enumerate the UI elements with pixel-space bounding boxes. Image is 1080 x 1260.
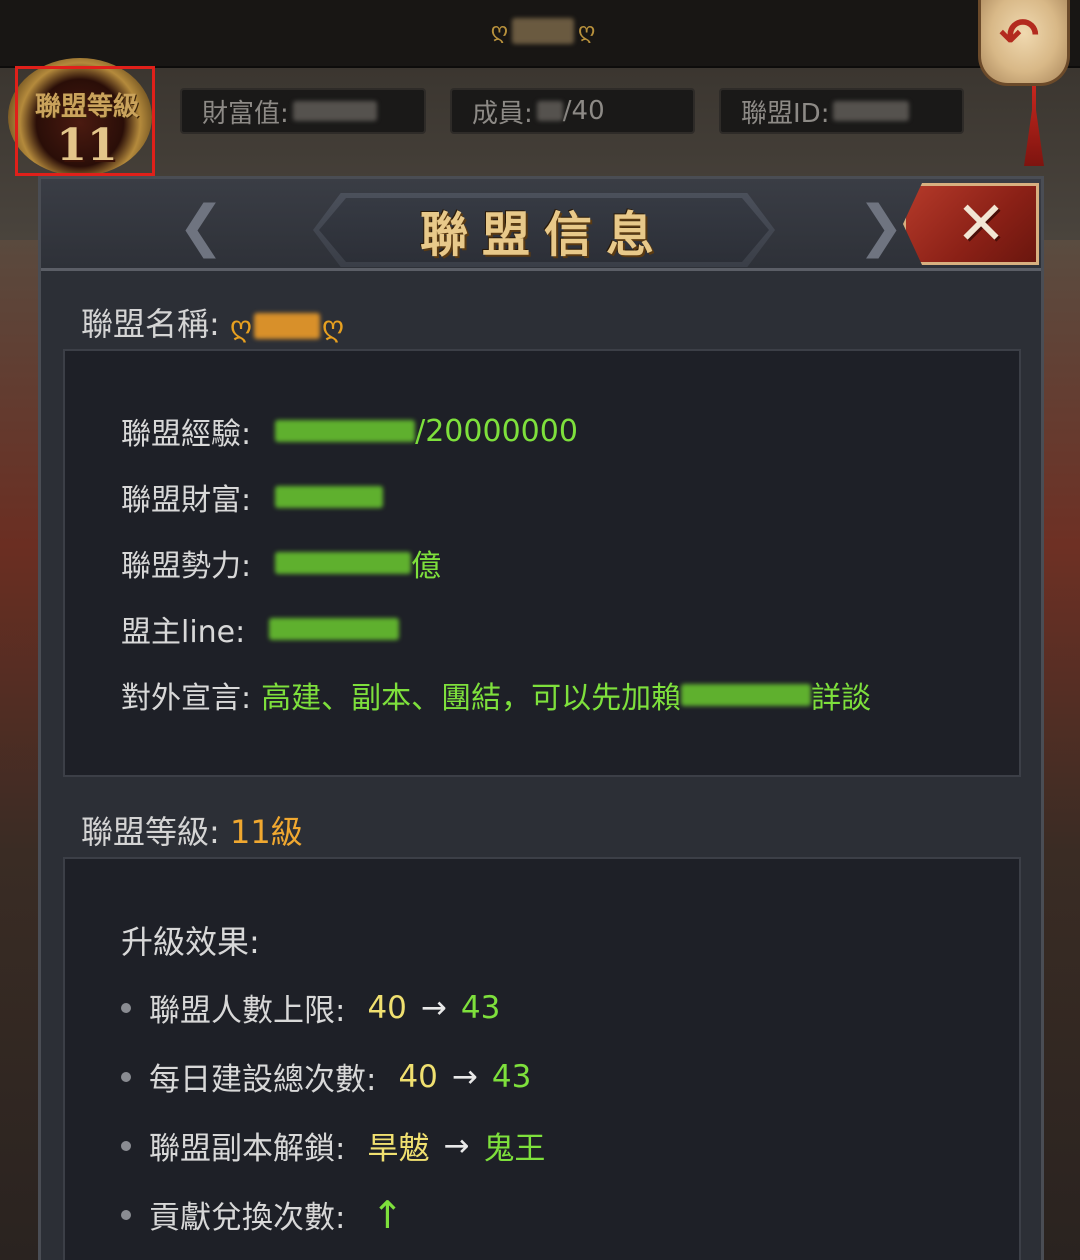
scroll-ornament-icon: ❮	[177, 194, 225, 259]
alliance-name-label: 聯盟名稱:	[81, 305, 220, 343]
ornament-icon: ღ	[321, 309, 344, 343]
bullet-icon	[121, 1209, 131, 1220]
redacted-member-count	[536, 101, 563, 121]
upgrade-item: 聯盟副本解鎖: 旱魃 → 鬼王	[121, 1123, 545, 1168]
members-stat-box: 成員: /40	[450, 88, 695, 134]
bullet-icon	[121, 1071, 131, 1082]
redacted-line-id	[681, 684, 812, 706]
upgrade-item-label: 聯盟人數上限:	[149, 993, 346, 1029]
declaration-text: 高建、副本、團結，可以先加賴	[261, 681, 682, 716]
wealth-label: 聯盟財富:	[121, 483, 252, 518]
ornament-icon: ღ	[229, 309, 252, 343]
members-max: /40	[562, 96, 605, 126]
back-arrow-icon: ↶	[999, 8, 1040, 64]
alliance-info-box: 聯盟經驗: /20000000 聯盟財富: 聯盟勢力: 億 盟主line: 對外…	[63, 349, 1021, 777]
upgrade-item: 聯盟人數上限: 40 → 43	[121, 985, 500, 1030]
members-stat-label: 成員:	[472, 98, 533, 129]
close-button[interactable]: ✕	[903, 183, 1039, 265]
upgrade-title-text: 升級效果:	[121, 923, 260, 961]
bullet-icon	[121, 1002, 131, 1013]
bullet-icon	[121, 1140, 131, 1151]
redacted-alliance-name	[512, 18, 574, 44]
alliance-level-row: 聯盟等級: 11級	[81, 807, 303, 853]
exp-label: 聯盟經驗:	[121, 417, 252, 452]
top-bar: ღ ღ	[0, 0, 1080, 68]
upgrade-item: 每日建設總次數: 40 → 43	[121, 1054, 531, 1099]
background-right-edge	[1040, 240, 1080, 1260]
alliance-id-stat-box: 聯盟ID:	[719, 88, 964, 134]
redacted-wealth-value	[292, 101, 377, 121]
emblem-highlight-box	[15, 66, 155, 176]
upgrade-title: 升級效果:	[121, 917, 260, 963]
ornament-icon: ღ	[490, 18, 508, 44]
wealth-stat-box: 財富值:	[180, 88, 426, 134]
panel-header: ❮ ❯ 聯盟信息 ✕	[41, 179, 1041, 271]
alliance-level-label: 聯盟等級:	[81, 813, 220, 851]
upgrade-effects-box: 升級效果: 聯盟人數上限: 40 → 43 每日建設總次數: 40 → 43 聯…	[63, 857, 1021, 1260]
redacted-wealth-value	[275, 486, 384, 508]
upgrade-item-label: 聯盟副本解鎖:	[149, 1131, 346, 1167]
panel-title: 聯盟信息	[419, 207, 668, 263]
title-plate: 聯盟信息	[313, 193, 775, 267]
upgrade-item-label: 貢獻兌換次數:	[149, 1200, 346, 1236]
exp-max: /20000000	[415, 413, 578, 449]
upgrade-item: 貢獻兌換次數: ↑	[121, 1192, 403, 1237]
ornament-icon: ღ	[578, 18, 596, 44]
arrow-up-icon: ↑	[371, 1192, 404, 1237]
redacted-power-value	[275, 552, 412, 574]
redacted-alliance-name	[253, 313, 320, 339]
title-plate-inner: 聯盟信息	[319, 198, 769, 262]
arrow-right-icon: →	[451, 1058, 478, 1095]
power-label: 聯盟勢力:	[121, 549, 252, 584]
declaration-suffix: 詳談	[811, 681, 872, 716]
wealth-row: 聯盟財富:	[121, 475, 384, 519]
leader-row: 盟主line:	[121, 607, 400, 651]
alliance-id-label: 聯盟ID:	[741, 98, 830, 129]
upgrade-to: 43	[460, 989, 501, 1026]
top-alliance-name: ღ ღ	[478, 14, 608, 48]
upgrade-from: 旱魃	[367, 1131, 430, 1167]
wealth-stat-label: 財富值:	[202, 98, 289, 129]
close-x-icon: ✕	[955, 189, 1007, 259]
declaration-label: 對外宣言:	[121, 681, 252, 716]
alliance-info-panel: ❮ ❯ 聯盟信息 ✕ 聯盟名稱: ღ ღ 聯盟經驗: /20000000 聯盟財…	[38, 176, 1044, 1260]
back-button[interactable]: ↶	[978, 0, 1070, 86]
background-left-edge	[0, 240, 42, 1260]
arrow-right-icon: →	[443, 1127, 470, 1164]
upgrade-to: 43	[491, 1058, 532, 1095]
upgrade-from: 40	[367, 989, 407, 1026]
alliance-name-value: ღ ღ	[230, 310, 344, 343]
upgrade-to: 鬼王	[483, 1131, 546, 1167]
declaration-row: 對外宣言: 高建、副本、團結，可以先加賴 詳談	[121, 673, 871, 717]
exp-row: 聯盟經驗: /20000000	[121, 409, 578, 453]
alliance-name-row: 聯盟名稱: ღ ღ	[81, 299, 344, 345]
alliance-level-value: 11級	[229, 813, 303, 851]
leader-label: 盟主line:	[121, 615, 246, 650]
redacted-exp-value	[275, 420, 416, 442]
arrow-right-icon: →	[420, 989, 447, 1026]
power-unit: 億	[411, 549, 442, 584]
redacted-alliance-id	[833, 101, 910, 121]
redacted-leader-line	[269, 618, 400, 640]
power-row: 聯盟勢力: 億	[121, 541, 441, 585]
upgrade-item-label: 每日建設總次數:	[149, 1062, 377, 1098]
upgrade-from: 40	[398, 1058, 438, 1095]
